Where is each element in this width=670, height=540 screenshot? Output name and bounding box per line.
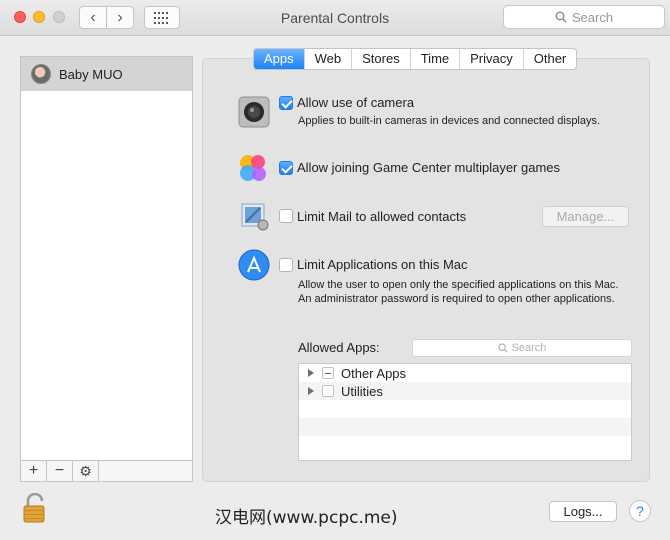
- plus-icon: +: [28, 462, 39, 479]
- tab-stores[interactable]: Stores: [352, 49, 411, 69]
- tab-privacy[interactable]: Privacy: [460, 49, 524, 69]
- search-icon: [555, 11, 567, 23]
- allowed-apps-search-input[interactable]: Search: [412, 339, 632, 357]
- mail-icon: [241, 203, 269, 231]
- mail-checkbox[interactable]: [279, 209, 293, 223]
- list-item-label: Other Apps: [341, 365, 407, 381]
- camera-icon: [238, 96, 270, 128]
- utilities-checkbox[interactable]: [322, 385, 334, 397]
- disclosure-triangle-icon[interactable]: [308, 369, 314, 377]
- tab-other[interactable]: Other: [524, 49, 577, 69]
- app-store-icon: [238, 249, 270, 281]
- allowed-apps-list: Other Apps Utilities: [298, 363, 632, 461]
- user-list-toolbar: + − ⚙: [20, 461, 193, 482]
- game-center-checkbox[interactable]: [279, 161, 293, 175]
- camera-label: Allow use of camera: [297, 95, 415, 110]
- tab-time[interactable]: Time: [411, 49, 461, 69]
- tab-apps[interactable]: Apps: [254, 49, 305, 69]
- limit-applications-label: Limit Applications on this Mac: [297, 257, 468, 272]
- mail-label: Limit Mail to allowed contacts: [297, 209, 467, 224]
- action-menu-button[interactable]: ⚙: [73, 461, 99, 481]
- add-user-button[interactable]: +: [21, 461, 47, 481]
- tab-web[interactable]: Web: [305, 49, 353, 69]
- gear-icon: ⚙: [79, 462, 92, 479]
- help-button[interactable]: ?: [629, 500, 651, 522]
- list-row-empty: [299, 436, 631, 454]
- allowed-apps-label: Allowed Apps:: [298, 340, 380, 355]
- user-list: Baby MUO: [20, 56, 193, 461]
- list-item-other-apps[interactable]: Other Apps: [299, 364, 631, 382]
- avatar: [31, 64, 51, 84]
- search-field[interactable]: Search: [503, 5, 665, 29]
- list-row-empty: [299, 400, 631, 418]
- tab-bar: Apps Web Stores Time Privacy Other: [253, 48, 578, 70]
- list-row-empty: [299, 418, 631, 436]
- limit-applications-checkbox[interactable]: [279, 258, 293, 272]
- camera-description: Applies to built-in cameras in devices a…: [298, 115, 601, 127]
- search-icon: [497, 343, 508, 353]
- search-placeholder: Search: [571, 9, 614, 25]
- allowed-apps-search-placeholder: Search: [511, 342, 547, 354]
- lock-icon[interactable]: [22, 493, 48, 523]
- user-item-baby-muo[interactable]: Baby MUO: [21, 57, 192, 91]
- logs-button[interactable]: Logs...: [549, 501, 617, 522]
- game-center-icon: [240, 155, 266, 181]
- list-item-utilities[interactable]: Utilities: [299, 382, 631, 400]
- limit-applications-description: Allow the user to open only the specifie…: [298, 279, 619, 305]
- watermark-text: 汉电网(www.pcpc.me): [215, 508, 398, 528]
- minus-icon: −: [54, 462, 65, 479]
- list-item-label: Utilities: [341, 383, 383, 399]
- camera-checkbox[interactable]: [279, 96, 293, 110]
- other-apps-checkbox[interactable]: [322, 367, 334, 379]
- disclosure-triangle-icon[interactable]: [308, 387, 314, 395]
- remove-user-button[interactable]: −: [47, 461, 73, 481]
- game-center-label: Allow joining Game Center multiplayer ga…: [297, 160, 561, 175]
- manage-button[interactable]: Manage...: [542, 206, 629, 227]
- title-bar: ‹ › Parental Controls Search: [0, 0, 670, 36]
- user-name: Baby MUO: [59, 66, 123, 82]
